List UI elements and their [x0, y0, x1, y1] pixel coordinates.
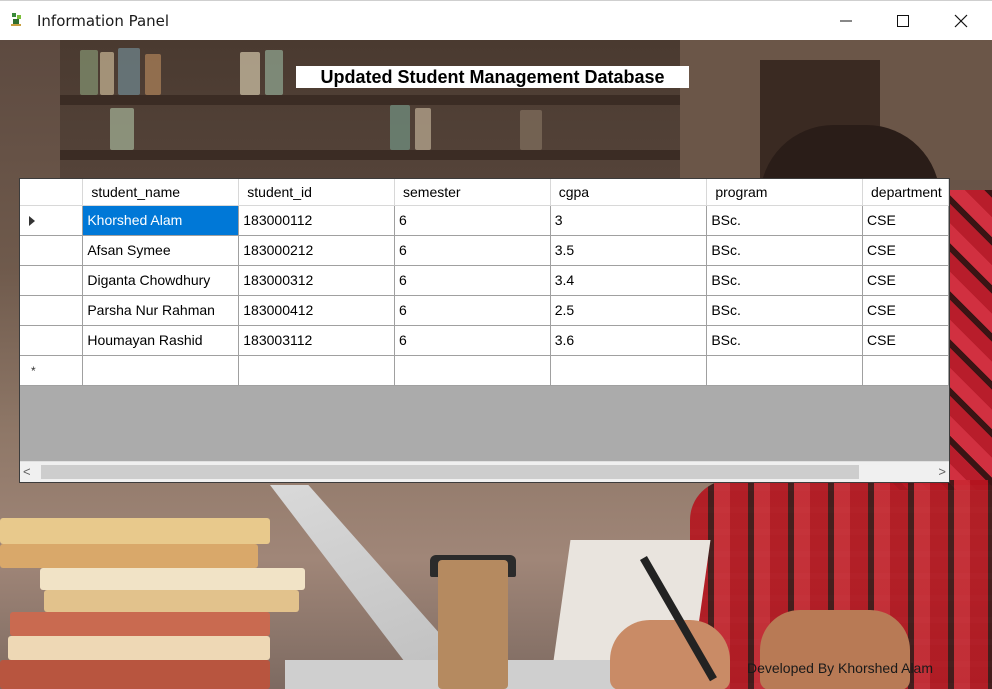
shelf-book — [265, 50, 283, 95]
book-stack-item — [40, 568, 305, 590]
shelf-book — [390, 105, 410, 150]
table-cell[interactable]: Khorshed Alam — [82, 205, 240, 236]
close-icon — [954, 14, 968, 28]
table-cell[interactable]: Parsha Nur Rahman — [82, 295, 240, 326]
column-header-student-id[interactable]: student_id — [238, 179, 395, 206]
table-cell[interactable]: Houmayan Rashid — [82, 325, 240, 356]
table-cell[interactable]: Diganta Chowdhury — [82, 265, 240, 296]
table-cell[interactable]: BSc. — [706, 235, 863, 266]
new-row-cell[interactable] — [706, 355, 863, 386]
window-title: Information Panel — [37, 12, 170, 30]
table-cell[interactable]: CSE — [862, 295, 949, 326]
laptop-screen — [270, 485, 494, 689]
table-cell[interactable]: CSE — [862, 265, 949, 296]
horizontal-scrollbar[interactable]: < > — [20, 461, 949, 482]
table-cell[interactable]: 183000412 — [238, 295, 395, 326]
table-cell[interactable]: 183000112 — [238, 205, 395, 236]
scroll-right-icon[interactable]: > — [932, 464, 946, 480]
row-header[interactable] — [20, 235, 84, 266]
table-cell[interactable]: 183000212 — [238, 235, 395, 266]
book-stack-item — [0, 660, 270, 689]
table-row[interactable]: Parsha Nur Rahman 183000412 6 2.5 BSc. C… — [20, 295, 949, 326]
new-row-cell[interactable] — [238, 355, 395, 386]
row-header[interactable] — [20, 295, 84, 326]
table-cell[interactable]: 2.5 — [550, 295, 708, 326]
table-cell[interactable]: 183000312 — [238, 265, 395, 296]
book-stack-item — [10, 612, 270, 636]
book-stack-item — [44, 590, 299, 612]
new-row-cell[interactable] — [862, 355, 949, 386]
hand — [760, 610, 910, 689]
minimize-button[interactable] — [817, 1, 875, 41]
row-header[interactable] — [20, 265, 84, 296]
table-row[interactable]: Khorshed Alam 183000112 6 3 BSc. CSE — [20, 205, 949, 236]
table-row[interactable]: Afsan Symee 183000212 6 3.5 BSc. CSE — [20, 235, 949, 266]
new-row[interactable]: * — [20, 355, 949, 386]
column-header-department[interactable]: department — [862, 179, 949, 206]
scroll-left-icon[interactable]: < — [23, 464, 37, 480]
table-cell[interactable]: CSE — [862, 205, 949, 236]
data-table: student_name student_id semester cgpa pr… — [20, 179, 949, 386]
student-data-grid[interactable]: student_name student_id semester cgpa pr… — [19, 178, 950, 483]
column-header-program[interactable]: program — [706, 179, 863, 206]
app-icon — [11, 13, 21, 26]
page-title: Updated Student Management Database — [296, 66, 689, 88]
title-bar: Information Panel — [0, 0, 992, 40]
table-cell[interactable]: 183003112 — [238, 325, 395, 356]
shelf-book — [100, 52, 114, 95]
header-row: student_name student_id semester cgpa pr… — [20, 179, 949, 206]
book-stack-item — [0, 518, 270, 544]
developer-credit: Developed By Khorshed Alam — [747, 660, 933, 676]
new-row-icon: * — [31, 364, 36, 378]
shelf-book — [145, 54, 161, 95]
maximize-button[interactable] — [874, 1, 932, 41]
row-header[interactable]: * — [20, 355, 84, 386]
new-row-cell[interactable] — [394, 355, 551, 386]
table-cell[interactable]: 6 — [394, 265, 551, 296]
coffee-cup — [438, 560, 508, 689]
table-cell[interactable]: CSE — [862, 235, 949, 266]
table-cell[interactable]: Afsan Symee — [82, 235, 240, 266]
column-header-student-name[interactable]: student_name — [82, 179, 240, 206]
column-header-semester[interactable]: semester — [394, 179, 551, 206]
table-row[interactable]: Houmayan Rashid 183003112 6 3.6 BSc. CSE — [20, 325, 949, 356]
new-row-cell[interactable] — [82, 355, 240, 386]
shelf-book — [118, 48, 140, 95]
current-row-indicator-icon — [29, 216, 35, 227]
table-cell[interactable]: 3.6 — [550, 325, 708, 356]
shelf-book — [110, 108, 134, 150]
table-cell[interactable]: BSc. — [706, 265, 863, 296]
shelf-board — [60, 150, 680, 160]
shelf-book — [240, 52, 260, 95]
shelf-book — [80, 50, 98, 95]
book-stack-item — [0, 544, 258, 568]
shelf-book — [520, 110, 542, 150]
table-cell[interactable]: BSc. — [706, 325, 863, 356]
row-header[interactable] — [20, 205, 84, 236]
table-cell[interactable]: CSE — [862, 325, 949, 356]
table-cell[interactable]: 3.4 — [550, 265, 708, 296]
table-cell[interactable]: 6 — [394, 235, 551, 266]
shelf-board — [60, 95, 680, 105]
table-row[interactable]: Diganta Chowdhury 183000312 6 3.4 BSc. C… — [20, 265, 949, 296]
table-cell[interactable]: BSc. — [706, 205, 863, 236]
table-cell[interactable]: 6 — [394, 325, 551, 356]
maximize-icon — [897, 15, 909, 27]
row-header-corner[interactable] — [20, 179, 84, 206]
book-stack-item — [8, 636, 270, 660]
shelf-book — [415, 108, 431, 150]
table-cell[interactable]: 3 — [550, 205, 708, 236]
column-header-cgpa[interactable]: cgpa — [550, 179, 708, 206]
table-cell[interactable]: 6 — [394, 295, 551, 326]
table-cell[interactable]: 3.5 — [550, 235, 708, 266]
table-cell[interactable]: BSc. — [706, 295, 863, 326]
table-cell[interactable]: 6 — [394, 205, 551, 236]
scrollbar-thumb[interactable] — [41, 465, 859, 479]
close-button[interactable] — [932, 1, 990, 41]
new-row-cell[interactable] — [550, 355, 708, 386]
minimize-icon — [840, 20, 852, 22]
row-header[interactable] — [20, 325, 84, 356]
